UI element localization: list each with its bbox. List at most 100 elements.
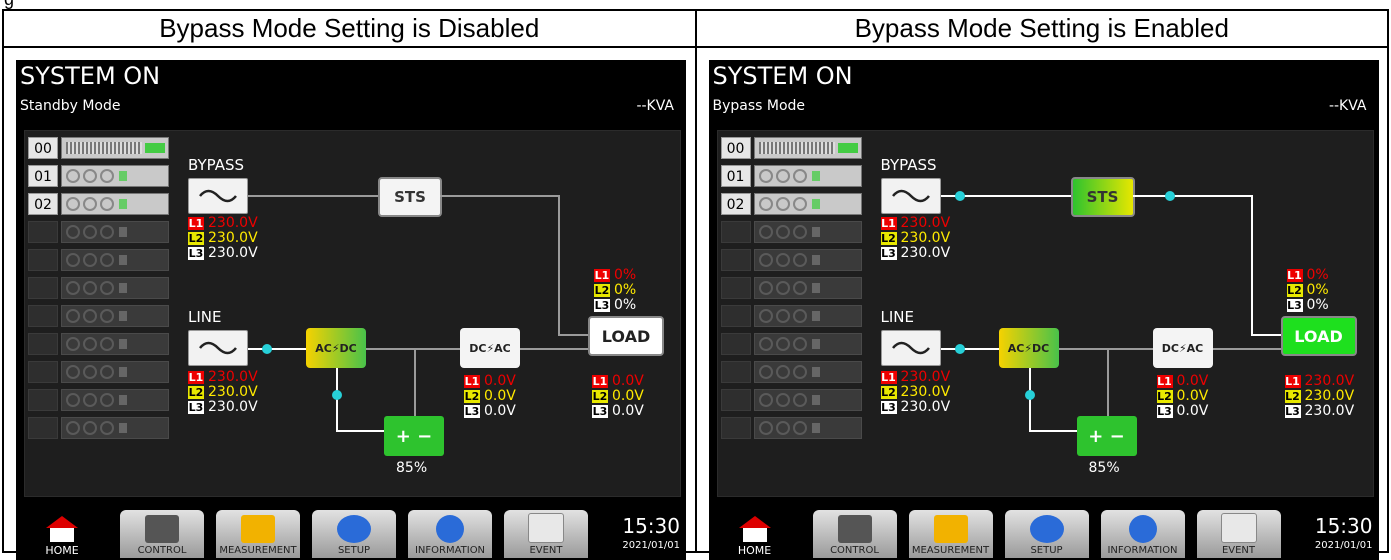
rack-id-00[interactable]: 00 xyxy=(720,137,751,159)
battery-box[interactable]: + − xyxy=(1076,416,1137,456)
line-sine-icon[interactable] xyxy=(880,330,941,366)
bypass-label: BYPASS xyxy=(880,156,937,174)
empty-module xyxy=(61,305,169,327)
header-enabled: Bypass Mode Setting is Enabled xyxy=(694,9,1389,48)
sts-box[interactable]: STS xyxy=(1070,177,1135,217)
rack-row xyxy=(28,416,170,440)
inverter-box[interactable]: DC⚡AC xyxy=(460,328,520,368)
mode-label: Bypass Mode xyxy=(712,98,806,114)
rack-row xyxy=(28,388,170,412)
rack-row: 00 xyxy=(28,136,170,160)
empty-module xyxy=(753,305,862,327)
rack-id-02[interactable]: 02 xyxy=(28,193,58,215)
control-button[interactable]: CONTROL xyxy=(120,510,204,558)
fan-icon xyxy=(66,197,80,211)
rack-row: 02 xyxy=(28,192,170,216)
load-percent: L1 0% L2 0% L3 0% xyxy=(594,267,637,313)
event-button[interactable]: EVENT xyxy=(1196,510,1281,558)
flow-dot xyxy=(1164,191,1175,201)
home-button[interactable]: HOME xyxy=(34,516,90,560)
power-module[interactable] xyxy=(753,165,862,187)
rack-row xyxy=(28,220,170,244)
event-button[interactable]: EVENT xyxy=(504,510,588,558)
rack-row xyxy=(720,220,863,244)
rectifier-box[interactable]: AC⚡DC xyxy=(998,328,1059,368)
led-icon xyxy=(119,199,127,209)
empty-module xyxy=(753,221,862,243)
setup-button[interactable]: SETUP xyxy=(1004,510,1089,558)
rack-row: 01 xyxy=(720,164,863,188)
control-icon xyxy=(145,515,179,543)
rack-slot-empty xyxy=(28,249,58,271)
stss-module[interactable] xyxy=(61,137,169,159)
mode-label: Standby Mode xyxy=(20,98,121,114)
line-sine-icon[interactable] xyxy=(188,330,248,366)
rack-id-01[interactable]: 01 xyxy=(720,165,751,187)
rack-id-01[interactable]: 01 xyxy=(28,165,58,187)
load-box[interactable]: LOAD xyxy=(1280,316,1357,356)
empty-module xyxy=(61,221,169,243)
load-percent: L1 0% L2 0% L3 0% xyxy=(1286,267,1329,313)
rack-row xyxy=(720,248,863,272)
empty-module xyxy=(753,277,862,299)
clock-date: 2021/01/01 xyxy=(1314,540,1373,551)
bypass-voltages: L1 230.0V L2 230.0V L3 230.0V xyxy=(188,215,258,261)
fan-icon xyxy=(775,197,790,211)
empty-module xyxy=(753,249,862,271)
bypass-sine-icon[interactable] xyxy=(188,178,248,214)
home-icon xyxy=(46,516,78,542)
flow-dot xyxy=(954,344,965,354)
rack-slot-empty xyxy=(720,333,751,355)
led-icon xyxy=(811,171,820,181)
flow-dot xyxy=(954,191,965,201)
information-label: INFORMATION xyxy=(1107,545,1178,556)
clock-time: 15:30 xyxy=(622,514,680,538)
meter-icon xyxy=(241,515,275,543)
battery-box[interactable]: + − xyxy=(384,416,444,456)
event-label: EVENT xyxy=(529,545,563,556)
bypass-label: BYPASS xyxy=(188,156,245,174)
rack-slot-empty xyxy=(720,417,751,439)
cell-disabled: SYSTEM ON Standby Mode --KVA 00 01 02 BY… xyxy=(2,46,697,560)
control-button[interactable]: CONTROL xyxy=(812,510,897,558)
bypass-sine-icon[interactable] xyxy=(880,178,941,214)
home-button[interactable]: HOME xyxy=(727,516,783,560)
rack-slot-empty xyxy=(28,361,58,383)
inverter-box[interactable]: DC⚡AC xyxy=(1152,328,1213,368)
measurement-button[interactable]: MEASUREMENT xyxy=(216,510,300,558)
information-button[interactable]: INFORMATION xyxy=(408,510,492,558)
sts-box[interactable]: STS xyxy=(378,177,442,217)
rack-id-02[interactable]: 02 xyxy=(720,193,751,215)
measurement-label: MEASUREMENT xyxy=(911,545,990,556)
empty-module xyxy=(753,361,862,383)
load-box[interactable]: LOAD xyxy=(588,316,664,356)
fan-icon xyxy=(758,197,773,211)
fan-icon xyxy=(758,169,773,183)
rectifier-box[interactable]: AC⚡DC xyxy=(306,328,366,368)
power-module[interactable] xyxy=(61,193,169,215)
empty-module xyxy=(61,333,169,355)
fan-icon xyxy=(100,169,114,183)
event-log-icon xyxy=(1220,513,1257,543)
rack-id-00[interactable]: 00 xyxy=(28,137,58,159)
measurement-button[interactable]: MEASUREMENT xyxy=(908,510,993,558)
rack-slot-empty xyxy=(28,333,58,355)
led-icon xyxy=(119,171,127,181)
stss-module[interactable] xyxy=(753,137,862,159)
rack-row: 00 xyxy=(720,136,863,160)
rack-slot-empty xyxy=(720,305,751,327)
rack-row xyxy=(720,416,863,440)
fan-icon xyxy=(83,197,97,211)
power-module[interactable] xyxy=(753,193,862,215)
rack-row xyxy=(28,304,170,328)
inverter-voltages: L1 0.0V L2 0.0V L3 0.0V xyxy=(464,373,516,419)
inverter-voltages: L1 0.0V L2 0.0V L3 0.0V xyxy=(1156,373,1209,419)
information-button[interactable]: INFORMATION xyxy=(1100,510,1185,558)
header-disabled: Bypass Mode Setting is Disabled xyxy=(2,9,697,48)
setup-button[interactable]: SETUP xyxy=(312,510,396,558)
power-module[interactable] xyxy=(61,165,169,187)
flow-dot xyxy=(332,390,342,400)
kva-readout: --KVA xyxy=(1328,98,1367,114)
control-label: CONTROL xyxy=(137,545,187,556)
rack-row: 02 xyxy=(720,192,863,216)
